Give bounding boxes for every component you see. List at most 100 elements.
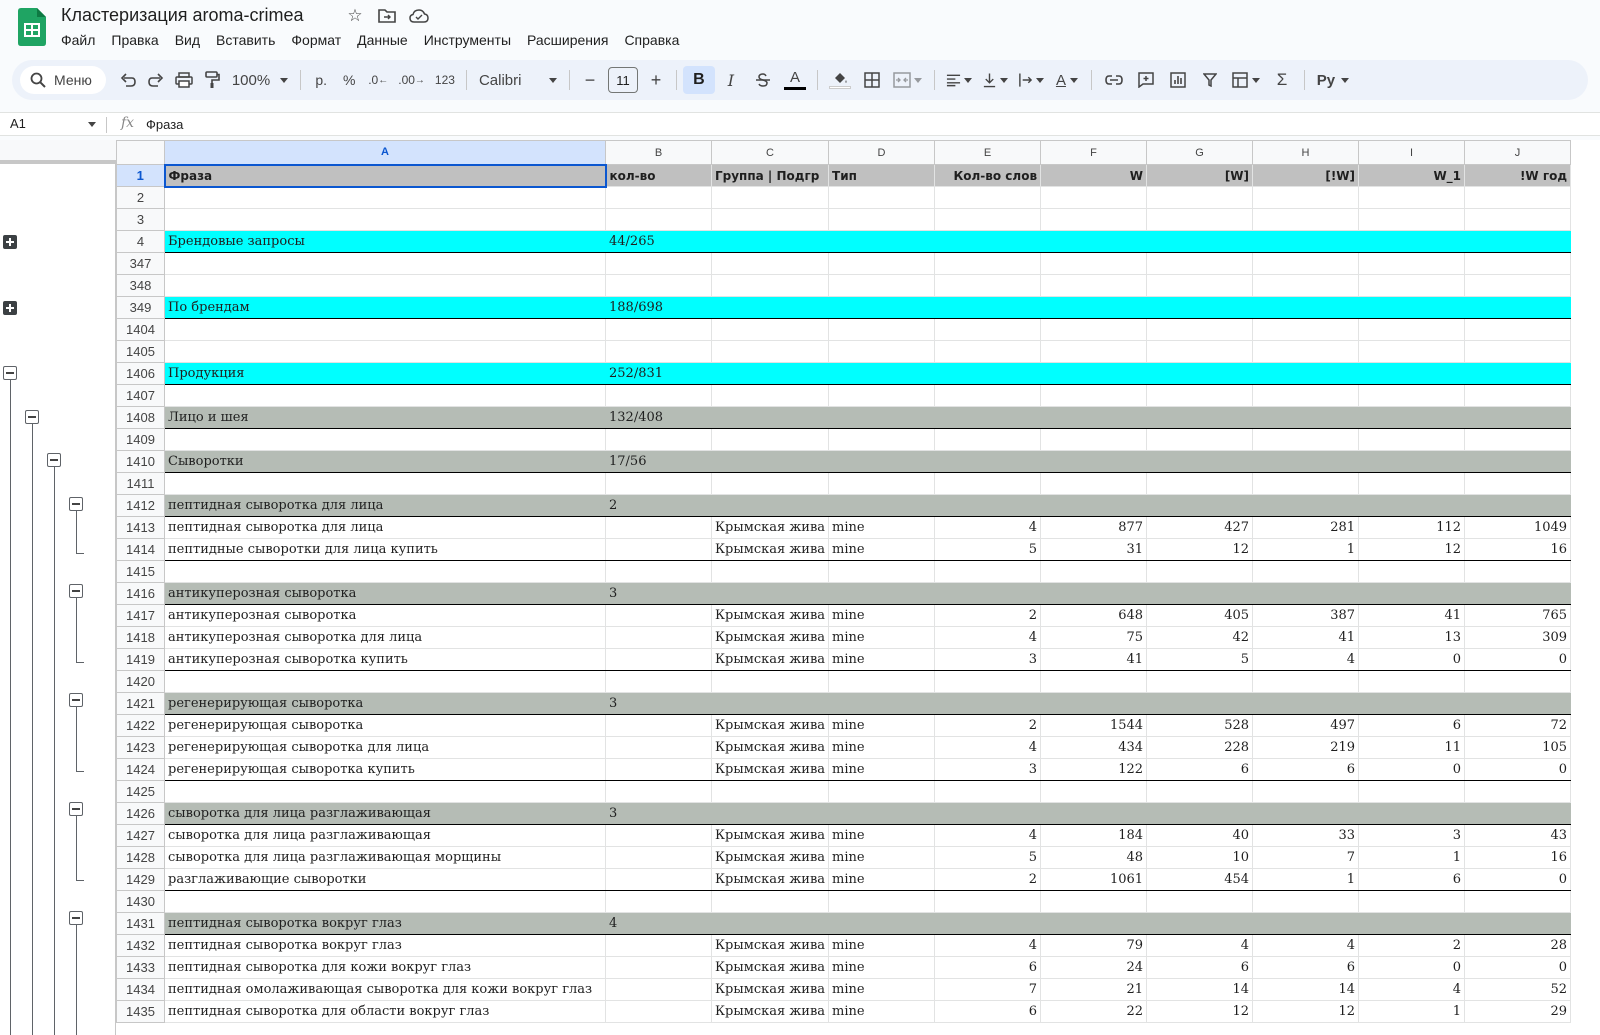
table-cell[interactable]: 5 bbox=[1146, 648, 1254, 671]
row-header[interactable]: 1428 bbox=[116, 846, 165, 869]
table-cell[interactable] bbox=[1146, 450, 1254, 473]
table-cell[interactable] bbox=[1146, 912, 1254, 935]
table-cell[interactable] bbox=[605, 846, 712, 869]
expand-group-icon[interactable] bbox=[3, 235, 17, 250]
row-header[interactable]: 1427 bbox=[116, 824, 165, 847]
table-cell[interactable]: Брендовые запросы bbox=[164, 230, 606, 253]
table-cell[interactable] bbox=[1252, 560, 1360, 583]
table-cell[interactable]: 4 bbox=[934, 934, 1042, 957]
table-cell[interactable] bbox=[828, 230, 936, 253]
menu-file[interactable]: Файл bbox=[53, 30, 103, 50]
menu-search[interactable]: Меню bbox=[20, 66, 106, 94]
table-cell[interactable] bbox=[710, 780, 830, 803]
table-cell[interactable] bbox=[1358, 274, 1466, 297]
row-header[interactable]: 1406 bbox=[116, 362, 165, 385]
table-cell[interactable]: кол-во bbox=[605, 164, 712, 187]
table-cell[interactable]: 2 bbox=[934, 604, 1042, 627]
column-header-d[interactable]: D bbox=[828, 140, 936, 165]
table-cell[interactable] bbox=[605, 318, 712, 341]
table-cell[interactable] bbox=[934, 692, 1042, 715]
table-cell[interactable] bbox=[1252, 208, 1360, 231]
collapse-group-icon[interactable] bbox=[3, 366, 17, 381]
table-cell[interactable]: 4 bbox=[934, 516, 1042, 539]
table-cell[interactable]: антикуперозная сыворотка купить bbox=[164, 648, 606, 671]
table-cell[interactable]: 17/56 bbox=[605, 450, 712, 473]
table-cell[interactable]: 765 bbox=[1464, 604, 1572, 627]
table-cell[interactable]: 252/831 bbox=[605, 362, 712, 385]
number-format-button[interactable]: 123 bbox=[430, 66, 460, 94]
table-cell[interactable] bbox=[1146, 582, 1254, 605]
table-cell[interactable]: 6 bbox=[1358, 714, 1466, 737]
table-cell[interactable]: 5 bbox=[934, 538, 1042, 561]
table-cell[interactable]: антикуперозная сыворотка bbox=[164, 604, 606, 627]
table-cell[interactable]: 14 bbox=[1252, 978, 1360, 1001]
table-cell[interactable]: 6 bbox=[1252, 758, 1360, 781]
table-cell[interactable] bbox=[1040, 912, 1148, 935]
table-cell[interactable]: 497 bbox=[1252, 714, 1360, 737]
undo-icon[interactable] bbox=[114, 66, 142, 94]
table-cell[interactable] bbox=[1040, 274, 1148, 297]
row-header[interactable]: 1433 bbox=[116, 956, 165, 979]
menu-insert[interactable]: Вставить bbox=[208, 30, 283, 50]
table-cell[interactable] bbox=[828, 670, 936, 693]
table-cell[interactable]: Крымская жива bbox=[710, 626, 830, 649]
column-header-h[interactable]: H bbox=[1252, 140, 1360, 165]
table-cell[interactable] bbox=[605, 560, 712, 583]
table-cell[interactable] bbox=[828, 494, 936, 517]
table-cell[interactable]: [!W] bbox=[1252, 164, 1360, 187]
table-cell[interactable] bbox=[1252, 890, 1360, 913]
table-cell[interactable] bbox=[1252, 472, 1360, 495]
table-cell[interactable]: mine bbox=[828, 1000, 936, 1023]
row-header[interactable]: 1422 bbox=[116, 714, 165, 737]
table-cell[interactable]: 4 bbox=[934, 736, 1042, 759]
text-color-button[interactable]: A bbox=[779, 66, 811, 94]
table-cell[interactable] bbox=[1464, 802, 1572, 825]
table-cell[interactable] bbox=[1146, 208, 1254, 231]
input-tools-button[interactable]: Py bbox=[1311, 66, 1355, 94]
row-header[interactable]: 1414 bbox=[116, 538, 165, 561]
table-cell[interactable] bbox=[1464, 912, 1572, 935]
table-cell[interactable]: антикуперозная сыворотка для лица bbox=[164, 626, 606, 649]
table-cell[interactable] bbox=[1252, 692, 1360, 715]
table-cell[interactable] bbox=[605, 758, 712, 781]
table-cell[interactable] bbox=[934, 384, 1042, 407]
table-cell[interactable] bbox=[1358, 670, 1466, 693]
table-cell[interactable] bbox=[934, 494, 1042, 517]
table-cell[interactable]: 12 bbox=[1146, 1000, 1254, 1023]
font-size-decrease-button[interactable]: − bbox=[576, 66, 604, 94]
table-cell[interactable] bbox=[1146, 560, 1254, 583]
table-cell[interactable]: 3 bbox=[934, 758, 1042, 781]
insert-comment-icon[interactable] bbox=[1130, 66, 1162, 94]
table-cell[interactable]: Крымская жива bbox=[710, 846, 830, 869]
table-cell[interactable] bbox=[1358, 450, 1466, 473]
table-cell[interactable]: 52 bbox=[1464, 978, 1572, 1001]
row-header[interactable]: 1425 bbox=[116, 780, 165, 803]
table-cell[interactable]: 12 bbox=[1146, 538, 1254, 561]
table-cell[interactable] bbox=[164, 428, 606, 451]
table-cell[interactable] bbox=[934, 318, 1042, 341]
table-cell[interactable] bbox=[1040, 230, 1148, 253]
table-cell[interactable] bbox=[1464, 186, 1572, 209]
table-cell[interactable]: mine bbox=[828, 978, 936, 1001]
collapse-group-icon[interactable] bbox=[69, 497, 83, 511]
table-cell[interactable]: Крымская жива bbox=[710, 824, 830, 847]
table-cell[interactable] bbox=[1464, 208, 1572, 231]
table-cell[interactable] bbox=[605, 824, 712, 847]
table-cell[interactable] bbox=[605, 978, 712, 1001]
table-cell[interactable]: Продукция bbox=[164, 362, 606, 385]
table-cell[interactable] bbox=[1464, 274, 1572, 297]
column-header-j[interactable]: J bbox=[1464, 140, 1572, 165]
row-header[interactable]: 1404 bbox=[116, 318, 165, 341]
column-header-e[interactable]: E bbox=[934, 140, 1042, 165]
table-cell[interactable] bbox=[710, 340, 830, 363]
table-cell[interactable] bbox=[1358, 472, 1466, 495]
table-cell[interactable]: 4 bbox=[1252, 934, 1360, 957]
table-cell[interactable] bbox=[605, 186, 712, 209]
row-header[interactable]: 1421 bbox=[116, 692, 165, 715]
table-cell[interactable]: 41 bbox=[1040, 648, 1148, 671]
table-cell[interactable]: mine bbox=[828, 846, 936, 869]
table-cell[interactable]: mine bbox=[828, 626, 936, 649]
table-cell[interactable]: 16 bbox=[1464, 846, 1572, 869]
table-cell[interactable] bbox=[1464, 362, 1572, 385]
table-cell[interactable]: 44/265 bbox=[605, 230, 712, 253]
